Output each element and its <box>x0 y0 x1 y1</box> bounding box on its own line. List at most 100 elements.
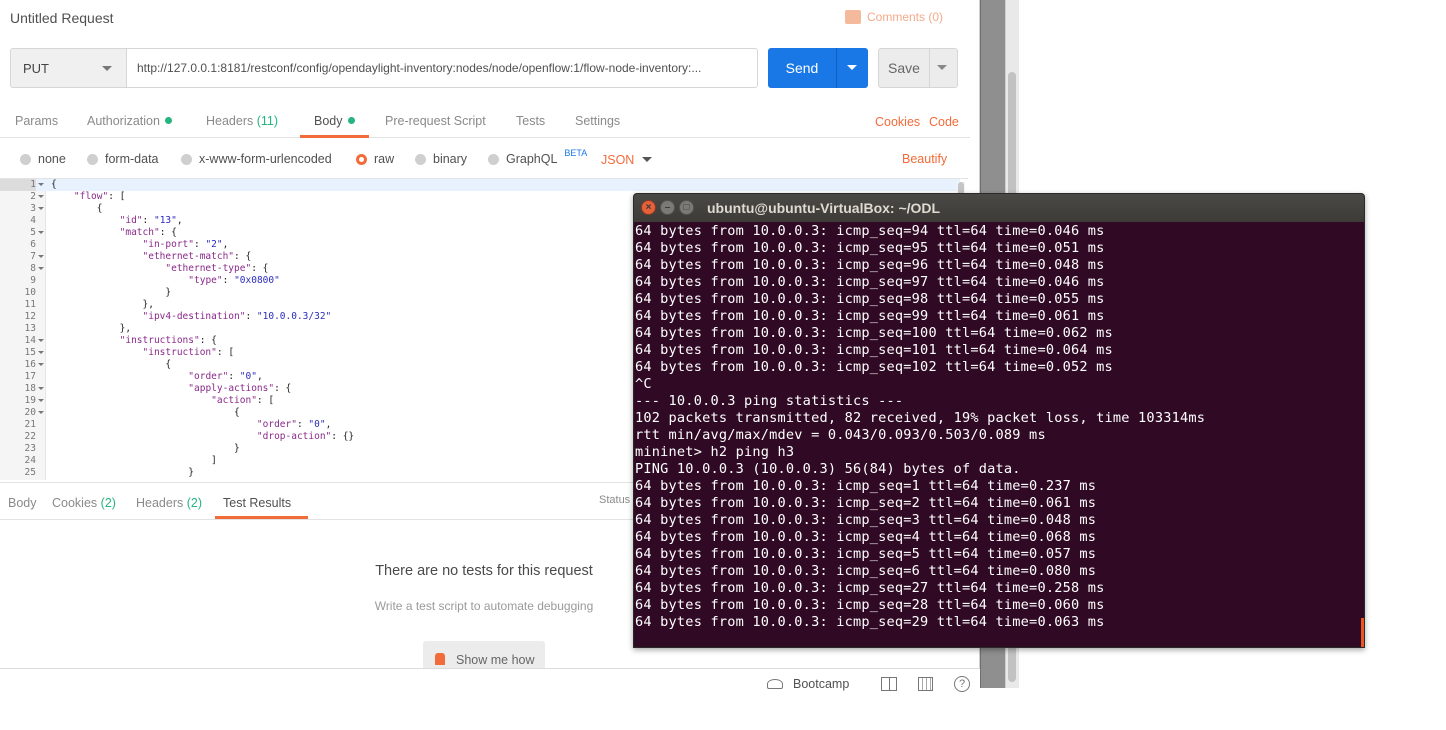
save-button[interactable]: Save <box>878 48 958 88</box>
json-punct <box>51 263 165 274</box>
json-string: "0" <box>239 371 257 382</box>
keyboard-icon[interactable] <box>918 677 933 691</box>
two-pane-layout-icon[interactable] <box>881 677 897 691</box>
terminal-window[interactable]: × – □ ubuntu@ubuntu-VirtualBox: ~/ODL 64… <box>633 193 1365 648</box>
help-icon[interactable]: ? <box>954 676 970 692</box>
line-number: 16 <box>24 359 36 370</box>
status-label: Status <box>599 494 631 506</box>
radio-circle <box>87 153 98 165</box>
radio-raw[interactable]: raw <box>356 152 394 166</box>
json-punct: ] <box>51 455 217 466</box>
terminal-titlebar[interactable]: × – □ ubuntu@ubuntu-VirtualBox: ~/ODL <box>634 194 1364 222</box>
tab-headers[interactable]: Headers (11) <box>206 114 278 138</box>
content-type-select[interactable]: JSON <box>601 153 652 167</box>
terminal-line: ^C <box>635 376 652 392</box>
json-punct: { <box>51 179 57 190</box>
tab-response-cookies[interactable]: Cookies (2) <box>52 496 116 510</box>
terminal-scroll-indicator <box>1361 618 1364 647</box>
json-punct: : <box>222 275 235 286</box>
tab-tests-label: Tests <box>516 114 546 128</box>
radio-none[interactable]: none <box>20 152 66 166</box>
code-text: } <box>51 287 171 299</box>
json-punct <box>51 395 211 406</box>
minimize-icon[interactable]: – <box>660 200 675 215</box>
tab-tests[interactable]: Tests <box>516 114 545 138</box>
request-title[interactable]: Untitled Request <box>10 10 114 26</box>
json-punct <box>51 239 143 250</box>
fold-toggle-icon[interactable] <box>38 207 44 213</box>
json-string: "10.0.0.3/32" <box>256 311 332 322</box>
json-punct: : <box>296 419 309 430</box>
tab-authorization[interactable]: Authorization <box>87 114 172 138</box>
tab-response-cookies-count: (2) <box>100 496 116 510</box>
fold-toggle-icon[interactable] <box>38 411 44 417</box>
send-button[interactable]: Send <box>768 48 868 88</box>
cookies-link[interactable]: Cookies <box>875 115 920 129</box>
fold-toggle-icon[interactable] <box>38 339 44 345</box>
url-input[interactable]: http://127.0.0.1:8181/restconf/config/op… <box>126 48 758 88</box>
tab-response-headers[interactable]: Headers (2) <box>136 496 202 510</box>
tab-prerequest-script[interactable]: Pre-request Script <box>385 114 486 138</box>
tab-settings-label: Settings <box>575 114 621 128</box>
json-punct: }, <box>51 299 154 310</box>
tab-response-headers-count: (2) <box>186 496 203 510</box>
send-options-chevron-icon[interactable] <box>837 48 868 88</box>
tab-body[interactable]: Body <box>300 114 369 138</box>
json-punct <box>51 419 257 430</box>
json-key: "action" <box>211 395 257 406</box>
fold-toggle-icon[interactable] <box>38 363 44 369</box>
fold-toggle-icon[interactable] <box>38 399 44 405</box>
line-number: 3 <box>30 203 36 214</box>
code-text: "instruction": [ <box>51 347 235 359</box>
fold-toggle-icon[interactable] <box>38 387 44 393</box>
radio-graphql[interactable]: GraphQL BETA <box>488 148 587 166</box>
close-icon[interactable]: × <box>641 200 656 215</box>
radio-binary-label: binary <box>433 152 468 166</box>
json-key: "order" <box>256 419 297 430</box>
fold-toggle-icon[interactable] <box>38 267 44 273</box>
radio-circle <box>20 153 31 165</box>
show-me-how-button[interactable]: Show me how <box>423 641 545 671</box>
json-punct: { <box>51 203 103 214</box>
json-punct <box>51 275 188 286</box>
terminal-line: 64 bytes from 10.0.0.3: icmp_seq=95 ttl=… <box>635 240 1105 256</box>
terminal-line: 64 bytes from 10.0.0.3: icmp_seq=101 ttl… <box>635 342 1113 358</box>
tab-response-body[interactable]: Body <box>8 496 37 510</box>
json-punct: } <box>51 443 240 454</box>
send-label: Send <box>785 60 819 76</box>
method-select[interactable]: PUT <box>10 48 127 88</box>
json-punct: : <box>142 215 154 226</box>
json-punct: } <box>51 467 194 478</box>
json-punct: : { <box>159 227 177 238</box>
code-link[interactable]: Code <box>929 115 959 129</box>
tab-settings[interactable]: Settings <box>575 114 620 138</box>
terminal-line: PING 10.0.0.3 (10.0.0.3) 56(84) bytes of… <box>635 461 1021 477</box>
editor-line[interactable]: 1{ <box>0 179 960 191</box>
fold-toggle-icon[interactable] <box>38 195 44 201</box>
json-key: "in-port" <box>142 239 194 250</box>
bootcamp-button[interactable]: Bootcamp <box>793 677 849 691</box>
comments-button[interactable]: Comments (0) <box>845 10 943 24</box>
code-text: "order": "0", <box>51 419 331 431</box>
code-text: "ipv4-destination": "10.0.0.3/32" <box>51 311 332 323</box>
tab-params[interactable]: Params <box>15 114 58 138</box>
code-text: "ethernet-match": { <box>51 251 252 263</box>
terminal-line: mininet> h2 ping h3 <box>635 444 795 460</box>
maximize-icon[interactable]: □ <box>679 200 694 215</box>
code-text: { <box>51 203 103 215</box>
radio-binary[interactable]: binary <box>415 152 467 166</box>
radio-urlencoded[interactable]: x-www-form-urlencoded <box>181 152 332 166</box>
fold-toggle-icon[interactable] <box>38 351 44 357</box>
method-value: PUT <box>23 60 49 76</box>
terminal-line: 64 bytes from 10.0.0.3: icmp_seq=100 ttl… <box>635 325 1113 341</box>
radio-form-data[interactable]: form-data <box>87 152 159 166</box>
fold-toggle-icon[interactable] <box>38 183 44 189</box>
fold-toggle-icon[interactable] <box>38 255 44 261</box>
beautify-button[interactable]: Beautify <box>902 152 947 166</box>
tab-test-results[interactable]: Test Results <box>223 496 291 510</box>
fold-toggle-icon[interactable] <box>38 231 44 237</box>
body-mode-radios: none form-data x-www-form-urlencoded raw… <box>0 148 970 170</box>
line-number: 7 <box>30 251 36 262</box>
terminal-output[interactable]: 64 bytes from 10.0.0.3: icmp_seq=94 ttl=… <box>635 223 1363 647</box>
line-number: 5 <box>30 227 36 238</box>
